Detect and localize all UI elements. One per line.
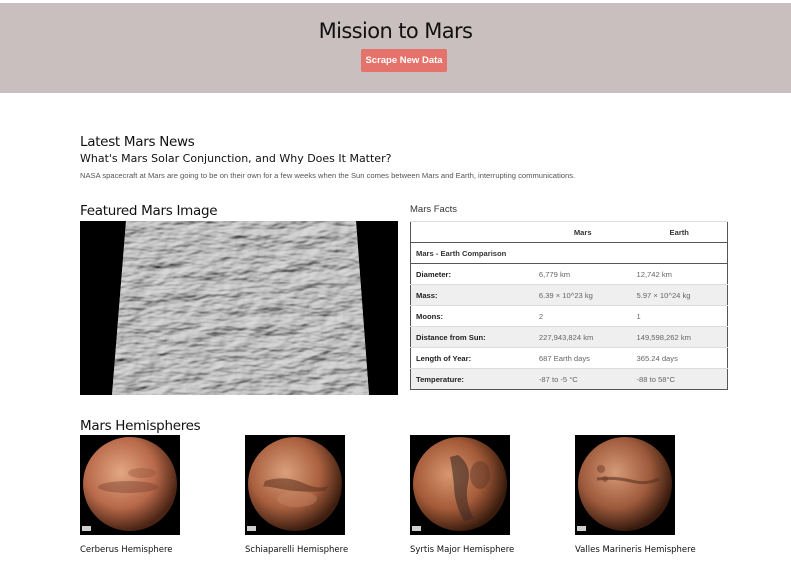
hemisphere-card-schiaparelli: Schiaparelli Hemisphere (245, 435, 375, 555)
fact-mars-value: 2 (528, 305, 632, 327)
page-title: Mission to Mars (318, 19, 473, 43)
mars-facts-table: Mars Earth Mars - Earth Comparison Diame… (410, 221, 728, 390)
table-row: Length of Year: 687 Earth days 365.24 da… (410, 347, 728, 369)
mars-facts-title: Mars Facts (410, 204, 457, 215)
hemisphere-label: Syrtis Major Hemisphere (410, 545, 515, 555)
table-row: Diameter: 6,779 km 12,742 km (410, 263, 728, 285)
syrtis-major-hemisphere-image[interactable] (410, 435, 510, 535)
table-row: Moons: 2 1 (410, 305, 728, 327)
fact-earth-value: 149,598,262 km (631, 326, 728, 348)
table-header-blank (410, 221, 529, 243)
fact-label: Mass: (410, 284, 529, 306)
column-header-earth: Earth (631, 221, 728, 243)
fact-earth-value: 365.24 days (631, 347, 728, 369)
hemisphere-card-valles-marineris: Valles Marineris Hemisphere (575, 435, 705, 555)
fact-label: Length of Year: (410, 347, 529, 369)
table-row: Temperature: -87 to -5 °C -88 to 58°C (410, 368, 728, 390)
fact-mars-value: 6.39 × 10^23 kg (528, 284, 632, 306)
comparison-header-row: Mars - Earth Comparison (410, 242, 728, 264)
hemisphere-label: Schiaparelli Hemisphere (245, 545, 349, 555)
header-jumbotron: Mission to Mars Scrape New Data (0, 3, 791, 93)
featured-image-title: Featured Mars Image (80, 203, 218, 219)
scrape-new-data-button[interactable]: Scrape New Data (361, 49, 447, 72)
hemisphere-label: Cerberus Hemisphere (80, 545, 173, 555)
table-header-row: Mars Earth (410, 221, 728, 243)
news-section-title: Latest Mars News (80, 134, 195, 150)
fact-mars-value: 227,943,824 km (528, 326, 632, 348)
cerberus-hemisphere-image[interactable] (80, 435, 180, 535)
news-teaser: NASA spacecraft at Mars are going to be … (80, 171, 576, 180)
hemispheres-section-title: Mars Hemispheres (80, 418, 201, 434)
fact-label: Moons: (410, 305, 529, 327)
fact-label: Distance from Sun: (410, 326, 529, 348)
valles-marineris-hemisphere-image[interactable] (575, 435, 675, 535)
news-headline: What's Mars Solar Conjunction, and Why D… (80, 152, 392, 165)
comparison-label: Mars - Earth Comparison (410, 242, 728, 264)
table-row: Mass: 6.39 × 10^23 kg 5.97 × 10^24 kg (410, 284, 728, 306)
schiaparelli-hemisphere-image[interactable] (245, 435, 345, 535)
column-header-mars: Mars (528, 221, 632, 243)
hemisphere-label: Valles Marineris Hemisphere (575, 545, 696, 555)
hemisphere-card-syrtis-major: Syrtis Major Hemisphere (410, 435, 540, 555)
fact-earth-value: 1 (631, 305, 728, 327)
fact-mars-value: 687 Earth days (528, 347, 632, 369)
fact-earth-value: 12,742 km (631, 263, 728, 285)
fact-mars-value: -87 to -5 °C (528, 368, 632, 390)
fact-label: Temperature: (410, 368, 529, 390)
fact-earth-value: -88 to 58°C (631, 368, 728, 390)
table-row: Distance from Sun: 227,943,824 km 149,59… (410, 326, 728, 348)
featured-mars-image (80, 221, 398, 395)
fact-label: Diameter: (410, 263, 529, 285)
hemisphere-card-cerberus: Cerberus Hemisphere (80, 435, 210, 555)
fact-mars-value: 6,779 km (528, 263, 632, 285)
fact-earth-value: 5.97 × 10^24 kg (631, 284, 728, 306)
